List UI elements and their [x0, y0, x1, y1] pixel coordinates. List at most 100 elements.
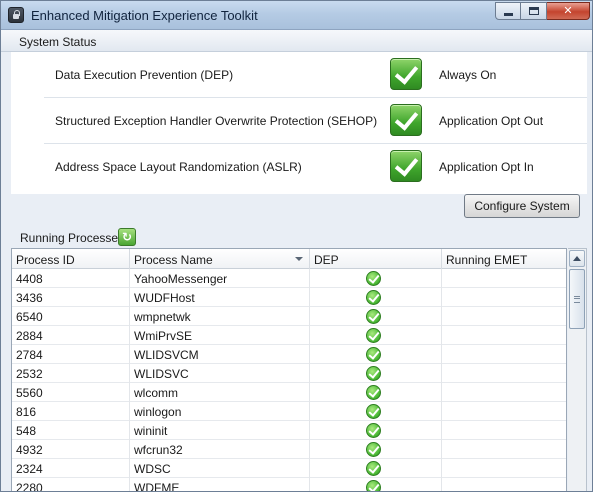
column-header-process-id[interactable]: Process ID	[12, 249, 130, 269]
dep-enabled-check-icon	[366, 366, 381, 381]
cell-process-name: wininit	[130, 421, 310, 440]
cell-process-id: 2532	[12, 364, 130, 383]
cell-running-emet	[442, 402, 566, 421]
dep-enabled-check-icon	[366, 328, 381, 343]
minimize-icon	[503, 12, 513, 16]
status-value-aslr: Application Opt In	[439, 160, 534, 174]
status-row-dep: Data Execution Prevention (DEP) Always O…	[44, 52, 587, 98]
cell-running-emet	[442, 364, 566, 383]
column-header-process-name[interactable]: Process Name	[130, 249, 310, 269]
dep-enabled-check-icon	[366, 271, 381, 286]
table-row[interactable]: 548 wininit	[12, 421, 566, 440]
cell-dep	[310, 326, 442, 345]
table-row[interactable]: 4932 wfcrun32	[12, 440, 566, 459]
cell-dep	[310, 440, 442, 459]
cell-running-emet	[442, 288, 566, 307]
cell-running-emet	[442, 326, 566, 345]
cell-dep	[310, 383, 442, 402]
column-header-running-emet[interactable]: Running EMET	[442, 249, 566, 269]
status-row-aslr: Address Space Layout Randomization (ASLR…	[44, 144, 587, 190]
cell-dep	[310, 288, 442, 307]
system-status-panel: Data Execution Prevention (DEP) Always O…	[11, 52, 587, 194]
emet-app-icon	[8, 7, 24, 23]
table-row[interactable]: 4408 YahooMessenger	[12, 269, 566, 288]
cell-running-emet	[442, 459, 566, 478]
cell-running-emet	[442, 269, 566, 288]
close-button[interactable]: ✕	[547, 2, 590, 20]
dep-enabled-check-icon	[366, 290, 381, 305]
cell-dep	[310, 478, 442, 491]
status-value-sehop: Application Opt Out	[439, 114, 544, 128]
cell-process-name: wmpnetwk	[130, 307, 310, 326]
sort-descending-icon	[295, 257, 303, 261]
dep-enabled-check-icon	[366, 385, 381, 400]
cell-dep	[310, 345, 442, 364]
status-label-dep: Data Execution Prevention (DEP)	[55, 68, 234, 82]
table-row[interactable]: 2784 WLIDSVCM	[12, 345, 566, 364]
vertical-scrollbar[interactable]	[568, 248, 587, 491]
maximize-icon	[528, 7, 539, 15]
table-row[interactable]: 2280 WDFME	[12, 478, 566, 491]
cell-dep	[310, 364, 442, 383]
cell-dep	[310, 402, 442, 421]
cell-running-emet	[442, 345, 566, 364]
cell-process-id: 4932	[12, 440, 130, 459]
table-row[interactable]: 5560 wlcomm	[12, 383, 566, 402]
cell-process-id: 2784	[12, 345, 130, 364]
cell-dep	[310, 307, 442, 326]
dep-enabled-check-icon	[366, 347, 381, 362]
cell-dep	[310, 421, 442, 440]
cell-running-emet	[442, 421, 566, 440]
cell-process-name: YahooMessenger	[130, 269, 310, 288]
running-processes-header: Running Processes ↻	[11, 227, 587, 247]
table-body: 4408 YahooMessenger 3436 WUDFHost 6540 wmpnet…	[12, 269, 566, 491]
cell-process-name: WLIDSVC	[130, 364, 310, 383]
configure-system-button[interactable]: Configure System	[464, 194, 580, 218]
cell-running-emet	[442, 478, 566, 491]
check-icon	[390, 104, 422, 136]
cell-process-id: 5560	[12, 383, 130, 402]
cell-process-id: 548	[12, 421, 130, 440]
cell-process-id: 2884	[12, 326, 130, 345]
emet-window: Enhanced Mitigation Experience Toolkit ✕…	[0, 0, 593, 492]
cell-process-name: WmiPrvSE	[130, 326, 310, 345]
dep-enabled-check-icon	[366, 461, 381, 476]
cell-running-emet	[442, 383, 566, 402]
cell-running-emet	[442, 307, 566, 326]
system-status-title: System Status	[19, 35, 97, 49]
column-header-dep[interactable]: DEP	[310, 249, 442, 269]
status-label-aslr: Address Space Layout Randomization (ASLR…	[55, 160, 302, 174]
table-row[interactable]: 2532 WLIDSVC	[12, 364, 566, 383]
cell-process-name: WLIDSVCM	[130, 345, 310, 364]
cell-process-id: 4408	[12, 269, 130, 288]
dep-enabled-check-icon	[366, 404, 381, 419]
cell-process-name: WUDFHost	[130, 288, 310, 307]
title-bar[interactable]: Enhanced Mitigation Experience Toolkit ✕	[1, 1, 592, 30]
cell-process-id: 2280	[12, 478, 130, 491]
minimize-button[interactable]	[495, 2, 521, 20]
table-row[interactable]: 3436 WUDFHost	[12, 288, 566, 307]
cell-process-name: wlcomm	[130, 383, 310, 402]
process-table: Process ID Process Name DEP Running EMET…	[11, 248, 567, 491]
cell-process-id: 816	[12, 402, 130, 421]
table-row[interactable]: 2884 WmiPrvSE	[12, 326, 566, 345]
dep-enabled-check-icon	[366, 309, 381, 324]
scroll-up-arrow-icon[interactable]	[569, 250, 585, 267]
cell-process-name: winlogon	[130, 402, 310, 421]
check-icon	[390, 58, 422, 90]
refresh-icon[interactable]: ↻	[118, 228, 136, 246]
maximize-button[interactable]	[521, 2, 547, 20]
check-icon	[390, 150, 422, 182]
scroll-thumb[interactable]	[569, 269, 585, 329]
cell-dep	[310, 269, 442, 288]
cell-process-id: 3436	[12, 288, 130, 307]
cell-process-name: WDSC	[130, 459, 310, 478]
table-row[interactable]: 6540 wmpnetwk	[12, 307, 566, 326]
table-row[interactable]: 2324 WDSC	[12, 459, 566, 478]
status-value-dep: Always On	[439, 68, 497, 82]
cell-process-id: 2324	[12, 459, 130, 478]
table-header: Process ID Process Name DEP Running EMET	[12, 249, 566, 269]
window-title: Enhanced Mitigation Experience Toolkit	[31, 8, 258, 23]
table-row[interactable]: 816 winlogon	[12, 402, 566, 421]
dep-enabled-check-icon	[366, 423, 381, 438]
